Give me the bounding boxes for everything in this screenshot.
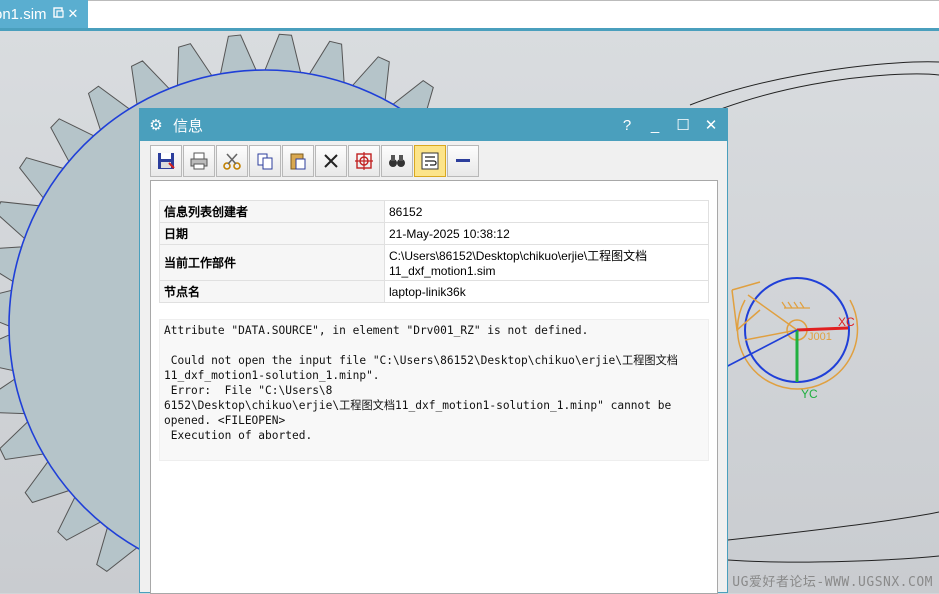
target-button[interactable] [348, 145, 380, 177]
table-row: 当前工作部件 C:\Users\86152\Desktop\chikuo\erj… [159, 244, 709, 281]
info-table: 信息列表创建者 86152 日期 21-May-2025 10:38:12 当前… [159, 200, 709, 303]
table-row: 日期 21-May-2025 10:38:12 [159, 222, 709, 245]
xc-axis-label: XC [838, 315, 855, 329]
info-key: 信息列表创建者 [159, 200, 385, 223]
minimize-button[interactable]: _ [647, 117, 663, 134]
target-icon [355, 152, 373, 170]
info-value: laptop-linik36k [384, 280, 709, 303]
maximize-button[interactable]: ☐ [675, 116, 691, 134]
paste-icon [290, 153, 306, 170]
tab-strip: on1.sim ✕ [0, 0, 939, 31]
wrap-text-icon [421, 152, 439, 170]
binoculars-icon [389, 155, 405, 167]
help-button[interactable]: ? [619, 117, 635, 134]
save-button[interactable] [150, 145, 182, 177]
tab-sim-file[interactable]: on1.sim ✕ [0, 0, 88, 28]
joint-label: J001 [808, 331, 832, 343]
dialog-toolbar [150, 145, 479, 179]
info-dialog: ⚙ 信息 ? _ ☐ ✕ 信息列表创建者 86152 日期 21-May-202… [139, 108, 728, 594]
info-key: 日期 [159, 222, 385, 245]
table-row: 信息列表创建者 86152 [159, 200, 709, 223]
info-value: 21-May-2025 10:38:12 [384, 222, 709, 245]
wrap-text-button[interactable] [414, 145, 446, 177]
info-key: 当前工作部件 [159, 244, 385, 281]
info-key: 节点名 [159, 280, 385, 303]
dialog-titlebar[interactable]: ⚙ 信息 ? _ ☐ ✕ [140, 109, 727, 141]
print-button[interactable] [183, 145, 215, 177]
delete-icon [324, 154, 338, 168]
log-output: Attribute "DATA.SOURCE", in element "Drv… [159, 319, 709, 461]
info-value: C:\Users\86152\Desktop\chikuo\erjie\工程图文… [384, 244, 709, 281]
minus-icon [456, 159, 470, 162]
print-icon [190, 152, 208, 170]
info-value: 86152 [384, 200, 709, 223]
tab-close-icon[interactable]: ✕ [68, 6, 79, 22]
close-button[interactable]: ✕ [703, 116, 719, 134]
joint-mechanism: XC YC J001 [719, 277, 859, 401]
tab-label: on1.sim [0, 5, 47, 23]
cut-icon [223, 153, 241, 170]
pin-icon[interactable] [52, 6, 64, 22]
cut-button[interactable] [216, 145, 248, 177]
watermark: UG爱好者论坛-WWW.UGSNX.COM [732, 575, 933, 590]
minus-button[interactable] [447, 145, 479, 177]
paste-button[interactable] [282, 145, 314, 177]
copy-button[interactable] [249, 145, 281, 177]
dialog-title: 信息 [173, 117, 204, 135]
tab-strip-divider [88, 0, 939, 1]
yc-axis-label: YC [801, 387, 818, 401]
copy-icon [257, 153, 273, 170]
save-icon [158, 153, 175, 169]
info-content[interactable]: 信息列表创建者 86152 日期 21-May-2025 10:38:12 当前… [150, 180, 718, 594]
find-button[interactable] [381, 145, 413, 177]
table-row: 节点名 laptop-linik36k [159, 280, 709, 303]
gear-icon: ⚙ [149, 117, 163, 134]
delete-button[interactable] [315, 145, 347, 177]
